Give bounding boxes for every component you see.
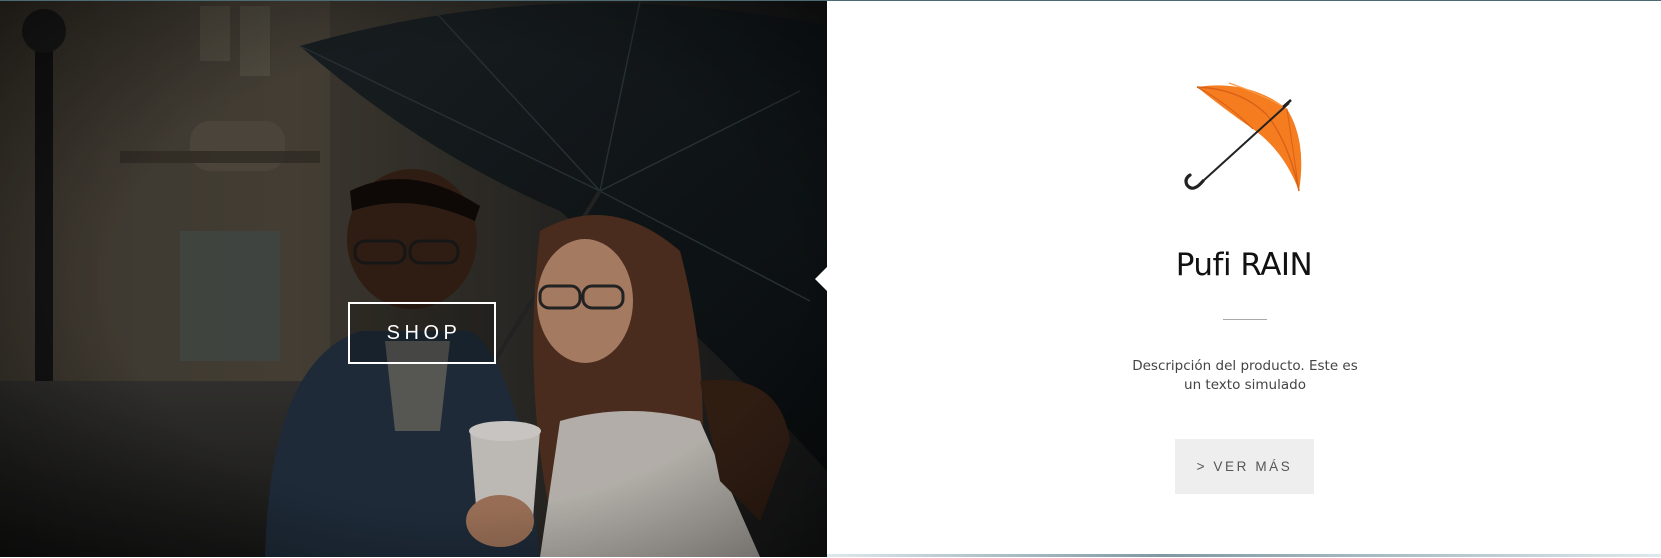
product-title: Pufi RAIN [1175,247,1313,283]
ver-mas-button[interactable]: > VER MÁS [1175,439,1314,494]
shop-button[interactable]: SHOP [348,302,496,364]
panel-pointer [815,265,827,293]
product-card: Pufi RAIN Descripción del producto. Este… [827,1,1661,557]
title-divider [1223,319,1267,320]
orange-umbrella-icon [1184,82,1302,192]
umbrella-couple-photo [0,1,827,557]
page: SHOP Pufi RAIN Descripción del producto.… [0,0,1661,558]
bottom-edge [827,554,1661,557]
product-description: Descripción del producto. Este es un tex… [1132,358,1358,393]
hero-banner[interactable]: SHOP [0,1,827,557]
